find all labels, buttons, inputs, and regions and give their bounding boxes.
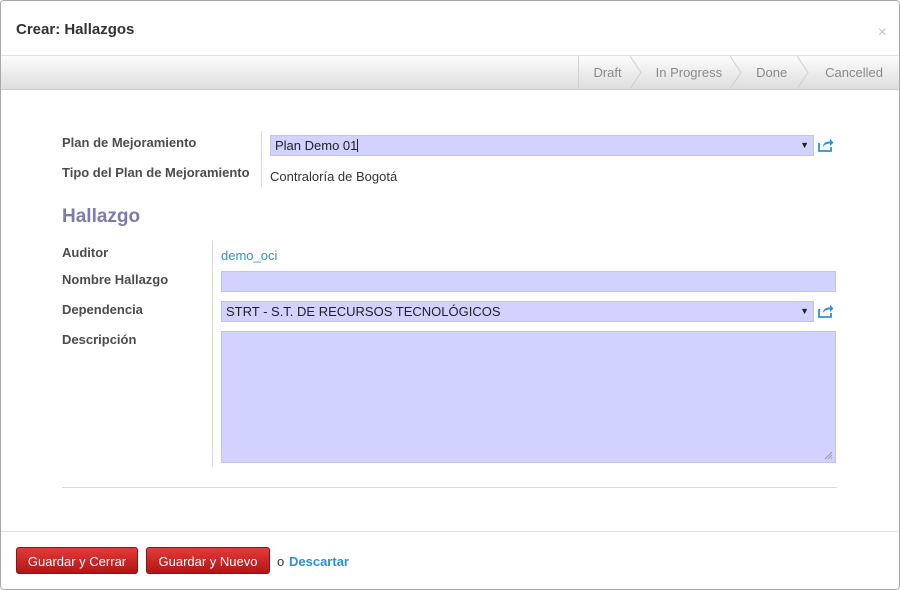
state-in-progress[interactable]: In Progress	[636, 56, 742, 89]
dialog-footer: Guardar y Cerrar Guardar y Nuevo o Desca…	[1, 531, 899, 589]
save-close-button[interactable]: Guardar y Cerrar	[16, 547, 138, 574]
external-link-icon[interactable]	[818, 138, 834, 152]
field-separator	[261, 131, 262, 187]
state-label: Cancelled	[825, 65, 883, 80]
state-draft[interactable]: Draft	[579, 56, 642, 89]
triangle-down-icon: ▼	[800, 306, 809, 316]
or-text: o	[277, 554, 285, 569]
state-cancelled[interactable]: Cancelled	[803, 56, 899, 89]
create-hallazgos-dialog: Crear: Hallazgos × Draft In Progress Don…	[0, 0, 900, 590]
auditor-link[interactable]: demo_oci	[221, 248, 277, 263]
resize-grip-icon[interactable]	[824, 451, 833, 460]
state-label: In Progress	[655, 65, 723, 80]
chevron-right-icon	[730, 56, 742, 89]
field-separator	[212, 241, 213, 467]
chevron-right-icon	[797, 56, 809, 89]
chevron-right-icon	[629, 56, 642, 89]
discard-link[interactable]: Descartar	[289, 554, 349, 569]
close-icon[interactable]: ×	[878, 25, 887, 41]
section-title: Hallazgo	[62, 206, 141, 227]
state-done[interactable]: Done	[736, 56, 809, 89]
state-steps: Draft In Progress Done Cancelled	[578, 56, 899, 89]
nombre-label: Nombre Hallazgo	[62, 272, 169, 287]
save-new-button[interactable]: Guardar y Nuevo	[146, 547, 270, 574]
dialog-header: Crear: Hallazgos ×	[1, 1, 899, 56]
state-label: Draft	[593, 65, 622, 80]
plan-label: Plan de Mejoramiento	[62, 135, 197, 150]
triangle-down-icon: ▼	[800, 140, 809, 150]
form-divider	[62, 487, 837, 488]
external-link-icon[interactable]	[818, 304, 834, 318]
text-cursor	[357, 139, 359, 152]
dialog-title: Crear: Hallazgos	[16, 21, 135, 38]
plan-select-value: Plan Demo 01	[275, 138, 358, 153]
nombre-hallazgo-input[interactable]	[221, 271, 836, 292]
dependencia-label: Dependencia	[62, 302, 143, 317]
tipo-value: Contraloría de Bogotá	[270, 169, 398, 184]
dependencia-select[interactable]: STRT - S.T. DE RECURSOS TECNOLÓGICOS ▼	[221, 301, 814, 322]
descripcion-label: Descripción	[62, 332, 137, 347]
tipo-label: Tipo del Plan de Mejoramiento	[62, 165, 250, 180]
dependencia-select-value: STRT - S.T. DE RECURSOS TECNOLÓGICOS	[226, 304, 501, 319]
statusbar: Draft In Progress Done Cancelled	[1, 56, 899, 90]
plan-select[interactable]: Plan Demo 01 ▼	[270, 135, 814, 156]
auditor-label: Auditor	[62, 245, 109, 260]
descripcion-textarea[interactable]	[221, 331, 836, 463]
state-label: Done	[756, 65, 788, 80]
